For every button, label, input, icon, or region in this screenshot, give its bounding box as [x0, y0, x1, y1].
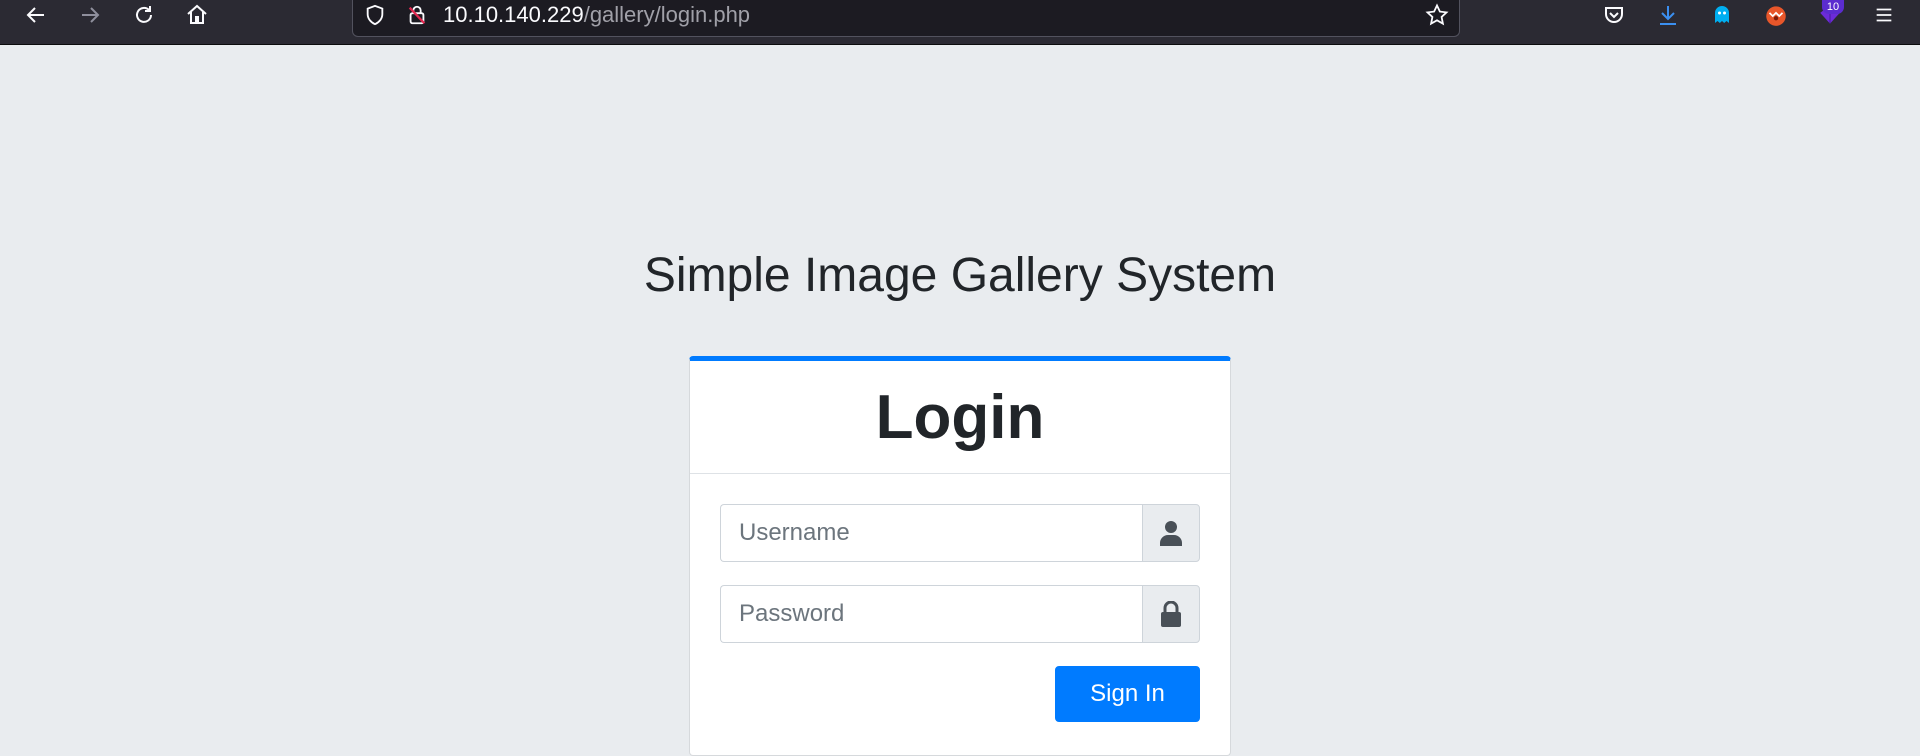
- extension-badge: 10: [1822, 0, 1844, 14]
- browser-toolbar: 10.10.140.229/gallery/login.php 10: [0, 0, 1920, 45]
- reload-icon[interactable]: [124, 0, 164, 30]
- login-card: Login Sign In: [689, 356, 1231, 756]
- username-group: [720, 504, 1200, 562]
- url-path: /gallery/login.php: [583, 2, 751, 27]
- pocket-icon[interactable]: [1594, 0, 1634, 30]
- back-icon[interactable]: [16, 0, 56, 30]
- username-input[interactable]: [720, 504, 1142, 562]
- ghostery-icon[interactable]: [1702, 0, 1742, 30]
- url-bar[interactable]: 10.10.140.229/gallery/login.php: [352, 0, 1460, 37]
- bookmark-star-icon[interactable]: [1425, 3, 1449, 27]
- login-heading: Login: [875, 382, 1045, 452]
- fox-extension-icon[interactable]: [1756, 0, 1796, 30]
- lock-icon: [1142, 585, 1200, 643]
- password-group: [720, 585, 1200, 643]
- page-title: Simple Image Gallery System: [643, 249, 1277, 302]
- menu-icon[interactable]: [1864, 0, 1904, 30]
- downloads-icon[interactable]: [1648, 0, 1688, 30]
- forward-icon[interactable]: [70, 0, 110, 30]
- insecure-lock-icon[interactable]: [405, 3, 429, 27]
- shield-icon[interactable]: [363, 3, 387, 27]
- login-card-header: Login: [690, 361, 1230, 474]
- url-text[interactable]: 10.10.140.229/gallery/login.php: [443, 3, 750, 27]
- home-icon[interactable]: [177, 0, 217, 30]
- user-icon: [1142, 504, 1200, 562]
- password-input[interactable]: [720, 585, 1142, 643]
- url-host: 10.10.140.229: [443, 2, 584, 27]
- sign-in-button[interactable]: Sign In: [1055, 666, 1200, 722]
